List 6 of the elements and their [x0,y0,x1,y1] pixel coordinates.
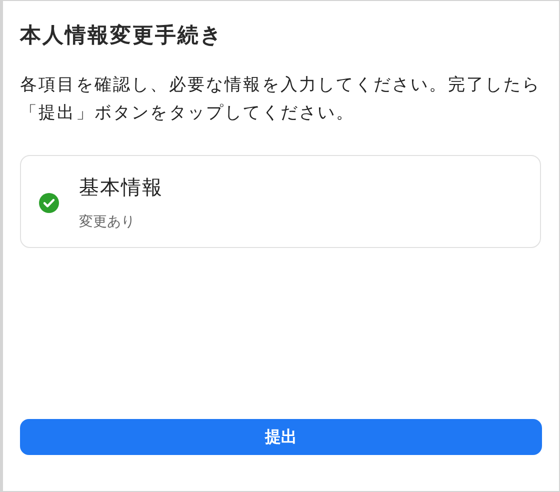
page-title: 本人情報変更手続き [20,22,224,49]
section-status: 変更あり [79,213,136,231]
section-title: 基本情報 [79,174,163,201]
submit-button[interactable]: 提出 [20,419,542,455]
section-card[interactable]: 基本情報 変更あり [20,155,541,248]
instructions-text: 各項目を確認し、必要な情報を入力してください。完了したら「提出」ボタンをタップしてください。 [20,74,542,125]
